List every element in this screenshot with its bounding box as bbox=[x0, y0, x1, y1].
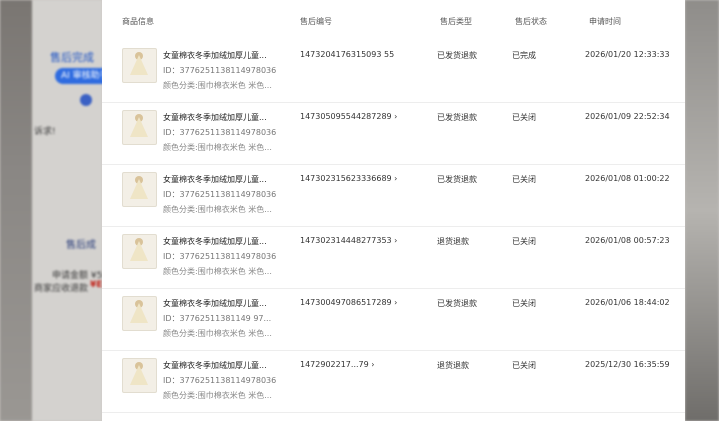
after-sale-modal: 商品信息 售后编号 售后类型 售后状态 申请时间 女童棉衣冬季加绒加厚儿童...… bbox=[102, 0, 685, 421]
apply-time: 2025/12/30 16:35:59 bbox=[585, 360, 670, 369]
product-thumbnail bbox=[122, 358, 157, 393]
after-sale-status: 已关闭 bbox=[512, 361, 536, 370]
thumbnail-dress-shape bbox=[130, 241, 148, 261]
avatar bbox=[80, 94, 92, 106]
header-after-sale-type: 售后类型 bbox=[440, 17, 472, 26]
table-row[interactable]: 女童棉衣冬季加绒加厚儿童... ID：3776251138114978036 颜… bbox=[102, 350, 685, 413]
product-id: ID：3776251138114978036 bbox=[163, 190, 277, 199]
after-sale-number[interactable]: 147300497086517289 › bbox=[300, 298, 397, 307]
apply-time: 2026/01/06 18:44:02 bbox=[585, 298, 670, 307]
header-after-sale-no: 售后编号 bbox=[300, 17, 332, 26]
after-sale-status: 已关闭 bbox=[512, 299, 536, 308]
product-id: ID：3776251138114978036 bbox=[163, 66, 277, 75]
header-product-info: 商品信息 bbox=[122, 17, 154, 26]
product-spec: 颜色分类:围巾棉衣米色 米色... bbox=[163, 81, 272, 90]
buyer-claim-label: 商家应收退款 bbox=[34, 284, 89, 294]
product-id: ID：3776251138114978036 bbox=[163, 128, 277, 137]
after-sale-link: 售后成 bbox=[66, 240, 96, 251]
product-id: ID：37762511381149 97... bbox=[163, 314, 272, 323]
after-sale-number[interactable]: 147302315623336689 › bbox=[300, 174, 397, 183]
after-sale-type: 已发货退款 bbox=[437, 51, 477, 60]
after-sale-status: 已完成 bbox=[512, 51, 536, 60]
after-sale-type: 已发货退款 bbox=[437, 113, 477, 122]
buyer-claim-value: ¥E bbox=[90, 280, 103, 290]
table-row[interactable]: 女童棉衣冬季加绒加厚儿童... ID：37762511381149 97... … bbox=[102, 288, 685, 351]
product-thumbnail bbox=[122, 296, 157, 331]
apply-time: 2026/01/09 22:52:34 bbox=[585, 112, 670, 121]
product-spec: 颜色分类:围巾棉衣米色 米色... bbox=[163, 143, 272, 152]
table-header: 商品信息 售后编号 售后类型 售后状态 申请时间 bbox=[102, 0, 685, 40]
product-name: 女童棉衣冬季加绒加厚儿童... bbox=[163, 237, 267, 246]
apply-time: 2026/01/08 01:00:22 bbox=[585, 174, 670, 183]
after-sale-type: 退货退款 bbox=[437, 237, 469, 246]
apply-time: 2026/01/20 12:33:33 bbox=[585, 50, 670, 59]
thumbnail-dress-shape bbox=[130, 303, 148, 323]
after-sale-status: 已关闭 bbox=[512, 237, 536, 246]
table-row[interactable]: 女童棉衣冬季加绒加厚儿童... ID：3776251138114978036 颜… bbox=[102, 102, 685, 165]
header-apply-time: 申请时间 bbox=[589, 17, 621, 26]
product-name: 女童棉衣冬季加绒加厚儿童... bbox=[163, 175, 267, 184]
background-right-panel bbox=[685, 0, 719, 421]
product-thumbnail bbox=[122, 110, 157, 145]
complaint-text: 诉求! bbox=[34, 127, 56, 137]
product-name: 女童棉衣冬季加绒加厚儿童... bbox=[163, 113, 267, 122]
after-sale-number[interactable]: 1472902217...79 › bbox=[300, 360, 374, 369]
product-name: 女童棉衣冬季加绒加厚儿童... bbox=[163, 51, 267, 60]
after-sale-status: 已关闭 bbox=[512, 175, 536, 184]
background-left-panel: 售后完成 AI 审核助手 诉求! 售后成 申请金额 ¥59 商家应收退款 ¥E bbox=[0, 0, 115, 421]
product-spec: 颜色分类:围巾棉衣米色 米色... bbox=[163, 329, 272, 338]
after-sale-number[interactable]: 147302314448277353 › bbox=[300, 236, 397, 245]
product-spec: 颜色分类:围巾棉衣米色 米色... bbox=[163, 205, 272, 214]
product-spec: 颜色分类:围巾棉衣米色 米色... bbox=[163, 267, 272, 276]
table-row[interactable]: 女童棉衣冬季加绒加厚儿童... ID：3776251138114978036 颜… bbox=[102, 164, 685, 227]
after-sale-status: 已关闭 bbox=[512, 113, 536, 122]
table-row[interactable]: 女童棉衣冬季加绒加厚儿童... ID：3776251138114978036 颜… bbox=[102, 226, 685, 289]
header-after-sale-status: 售后状态 bbox=[515, 17, 547, 26]
after-sale-number[interactable]: 147305095544287289 › bbox=[300, 112, 397, 121]
product-name: 女童棉衣冬季加绒加厚儿童... bbox=[163, 299, 267, 308]
thumbnail-dress-shape bbox=[130, 179, 148, 199]
product-spec: 颜色分类:围巾棉衣米色 米色... bbox=[163, 391, 272, 400]
product-name: 女童棉衣冬季加绒加厚儿童... bbox=[163, 361, 267, 370]
table-row[interactable]: 女童棉衣冬季加绒加厚儿童... ID：3776251138114978036 颜… bbox=[102, 40, 685, 103]
product-thumbnail bbox=[122, 48, 157, 83]
after-sale-type: 已发货退款 bbox=[437, 175, 477, 184]
apply-time: 2026/01/08 00:57:23 bbox=[585, 236, 670, 245]
after-sale-number[interactable]: 1473204176315093 55 bbox=[300, 50, 394, 59]
after-sale-type: 退货退款 bbox=[437, 361, 469, 370]
product-id: ID：3776251138114978036 bbox=[163, 252, 277, 261]
product-thumbnail bbox=[122, 172, 157, 207]
after-sale-status-text: 售后完成 bbox=[50, 51, 94, 64]
thumbnail-dress-shape bbox=[130, 365, 148, 385]
product-thumbnail bbox=[122, 234, 157, 269]
after-sale-type: 已发货退款 bbox=[437, 299, 477, 308]
thumbnail-dress-shape bbox=[130, 117, 148, 137]
product-id: ID：3776251138114978036 bbox=[163, 376, 277, 385]
thumbnail-dress-shape bbox=[130, 55, 148, 75]
